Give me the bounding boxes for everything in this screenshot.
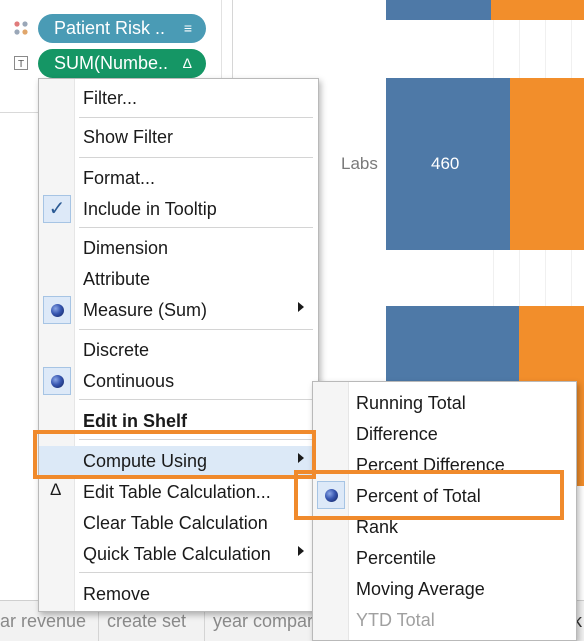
menu-item-measure-sum[interactable]: Measure (Sum) — [39, 295, 318, 326]
submenu-item-label: Difference — [356, 424, 438, 444]
bar-segment-a[interactable] — [386, 0, 491, 20]
text-icon-glyph: T — [18, 59, 24, 70]
submenu-item-label: Moving Average — [356, 579, 485, 599]
menu-item-label: Show Filter — [83, 127, 174, 147]
menu-item-attribute[interactable]: Attribute — [39, 264, 318, 295]
submenu-item-running-total[interactable]: Running Total — [313, 387, 576, 418]
menu-item-label: Edit Table Calculation... — [83, 482, 271, 502]
sum-number-pill[interactable]: SUM(Numbe.. Δ — [38, 49, 206, 78]
submenu-arrow-icon — [298, 302, 304, 312]
radio-dot — [51, 375, 64, 388]
menu-separator — [79, 227, 313, 228]
submenu-item-difference[interactable]: Difference — [313, 418, 576, 449]
submenu-item-label: Running Total — [356, 393, 466, 413]
submenu-item-moving-average[interactable]: Moving Average — [313, 573, 576, 604]
category-label: Labs — [341, 154, 378, 173]
menu-item-label: Format... — [83, 168, 156, 188]
menu-separator — [79, 572, 313, 573]
submenu-item-label: Percentile — [356, 548, 437, 568]
submenu-arrow-icon — [298, 546, 304, 556]
submenu-item-label: YTD Total — [356, 610, 435, 630]
menu-separator — [79, 329, 313, 330]
radio-dot — [51, 304, 64, 317]
menu-item-format[interactable]: Format... — [39, 163, 318, 194]
delta-icon: Δ — [50, 480, 62, 499]
menu-item-label: Edit in Shelf — [83, 411, 188, 431]
menu-item-label: Quick Table Calculation — [83, 544, 271, 564]
detail-icon[interactable] — [13, 20, 29, 36]
menu-item-label: Continuous — [83, 371, 175, 391]
pill-label: SUM(Numbe.. — [54, 53, 169, 73]
radio-selected-icon — [43, 296, 71, 324]
menu-item-label: Dimension — [83, 238, 169, 258]
table-calc-delta-icon: Δ — [182, 55, 192, 71]
pill-label: Patient Risk .. — [54, 18, 166, 38]
menu-item-dimension[interactable]: Dimension — [39, 233, 318, 264]
highlight-annotation-percent-of-total — [294, 470, 564, 520]
highlight-annotation-compute-using — [33, 430, 316, 479]
checkmark-icon: ✓ — [43, 195, 71, 223]
menu-item-clear-table-calculation[interactable]: Clear Table Calculation — [39, 508, 318, 539]
menu-item-show-filter[interactable]: Show Filter — [39, 122, 318, 153]
menu-item-filter[interactable]: Filter... — [39, 83, 318, 114]
menu-item-label: Clear Table Calculation — [83, 513, 268, 533]
bar-segment-b[interactable] — [510, 78, 584, 250]
text-icon[interactable]: T — [13, 55, 29, 71]
menu-item-include-in-tooltip[interactable]: ✓ Include in Tooltip — [39, 194, 318, 225]
sort-icon: ≡ — [183, 20, 192, 36]
menu-item-label: Include in Tooltip — [83, 199, 217, 219]
bar-segment-b[interactable] — [491, 0, 584, 20]
menu-item-edit-table-calculation[interactable]: Δ Edit Table Calculation... — [39, 477, 318, 508]
mark-row-detail: Patient Risk .. ≡ — [0, 12, 222, 44]
menu-item-discrete[interactable]: Discrete — [39, 335, 318, 366]
pill-context-menu: Filter... Show Filter Format... ✓ Includ… — [38, 78, 319, 612]
mark-row-text: T SUM(Numbe.. Δ — [0, 47, 222, 79]
menu-item-label: Measure (Sum) — [83, 300, 208, 320]
menu-item-label: Discrete — [83, 340, 150, 360]
bar-value-label: 460 — [431, 154, 460, 173]
radio-selected-icon — [43, 367, 71, 395]
menu-item-label: Remove — [83, 584, 151, 604]
submenu-item-ytd-total: YTD Total — [313, 604, 576, 635]
menu-item-continuous[interactable]: Continuous — [39, 366, 318, 397]
menu-item-label: Attribute — [83, 269, 151, 289]
submenu-item-percentile[interactable]: Percentile — [313, 542, 576, 573]
menu-item-remove[interactable]: Remove — [39, 579, 318, 610]
menu-separator — [79, 399, 313, 400]
menu-item-quick-table-calculation[interactable]: Quick Table Calculation — [39, 539, 318, 570]
menu-item-label: Filter... — [83, 88, 138, 108]
menu-separator — [79, 157, 313, 158]
patient-risk-pill[interactable]: Patient Risk .. ≡ — [38, 14, 206, 43]
menu-separator — [79, 117, 313, 118]
